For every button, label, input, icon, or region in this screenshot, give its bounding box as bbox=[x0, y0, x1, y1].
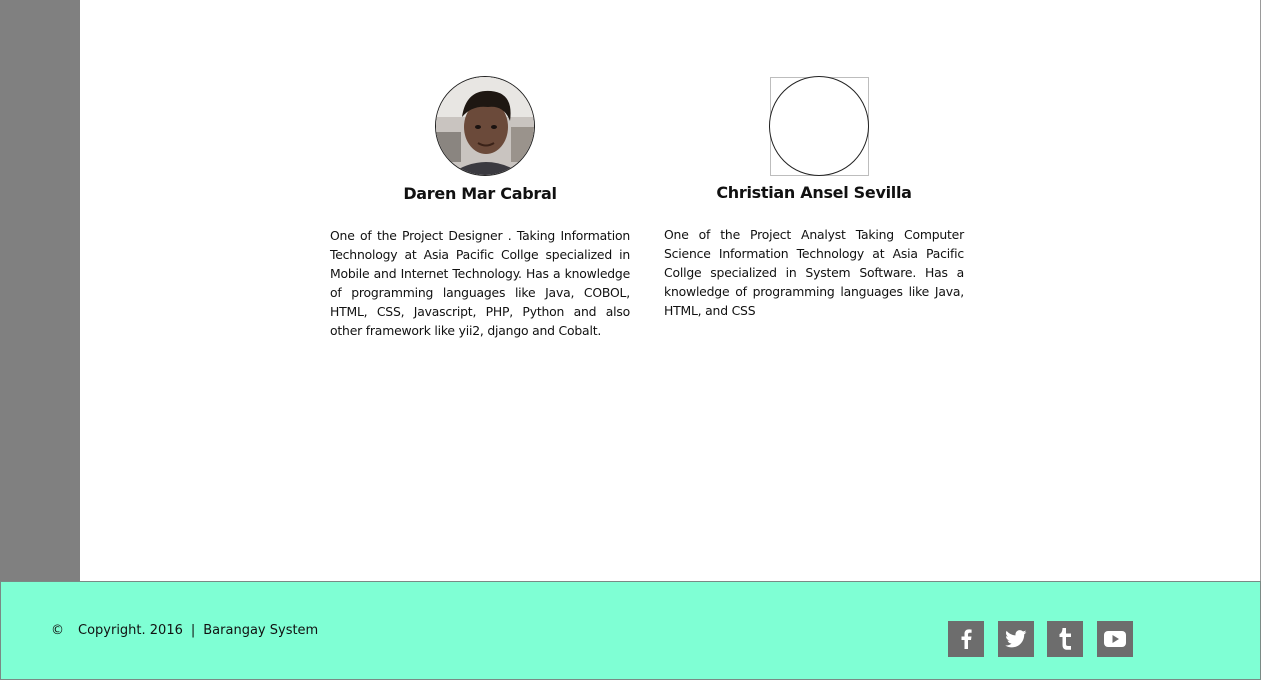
copyright-symbol: © bbox=[51, 623, 64, 638]
tumblr-icon bbox=[1059, 628, 1071, 650]
youtube-icon bbox=[1104, 631, 1126, 647]
member-name: Christian Ansel Sevilla bbox=[716, 183, 912, 202]
twitter-button[interactable] bbox=[998, 621, 1034, 657]
left-sidebar bbox=[0, 0, 80, 581]
site-name: Barangay System bbox=[203, 623, 319, 638]
footer: © Copyright. 2016 | Barangay System bbox=[0, 581, 1261, 680]
facebook-button[interactable] bbox=[948, 621, 984, 657]
avatar bbox=[435, 76, 535, 176]
copyright-notice: © Copyright. 2016 | Barangay System bbox=[51, 623, 318, 638]
tumblr-button[interactable] bbox=[1047, 621, 1083, 657]
twitter-icon bbox=[1005, 630, 1027, 648]
youtube-button[interactable] bbox=[1097, 621, 1133, 657]
member-bio: One of the Project Designer . Taking Inf… bbox=[330, 228, 630, 338]
copyright-text: Copyright. 2016 bbox=[78, 623, 183, 638]
avatar bbox=[769, 76, 869, 176]
member-bio: One of the Project Analyst Taking Comput… bbox=[664, 227, 964, 318]
facebook-icon bbox=[961, 629, 972, 649]
separator: | bbox=[190, 623, 196, 638]
member-name: Daren Mar Cabral bbox=[403, 184, 557, 203]
